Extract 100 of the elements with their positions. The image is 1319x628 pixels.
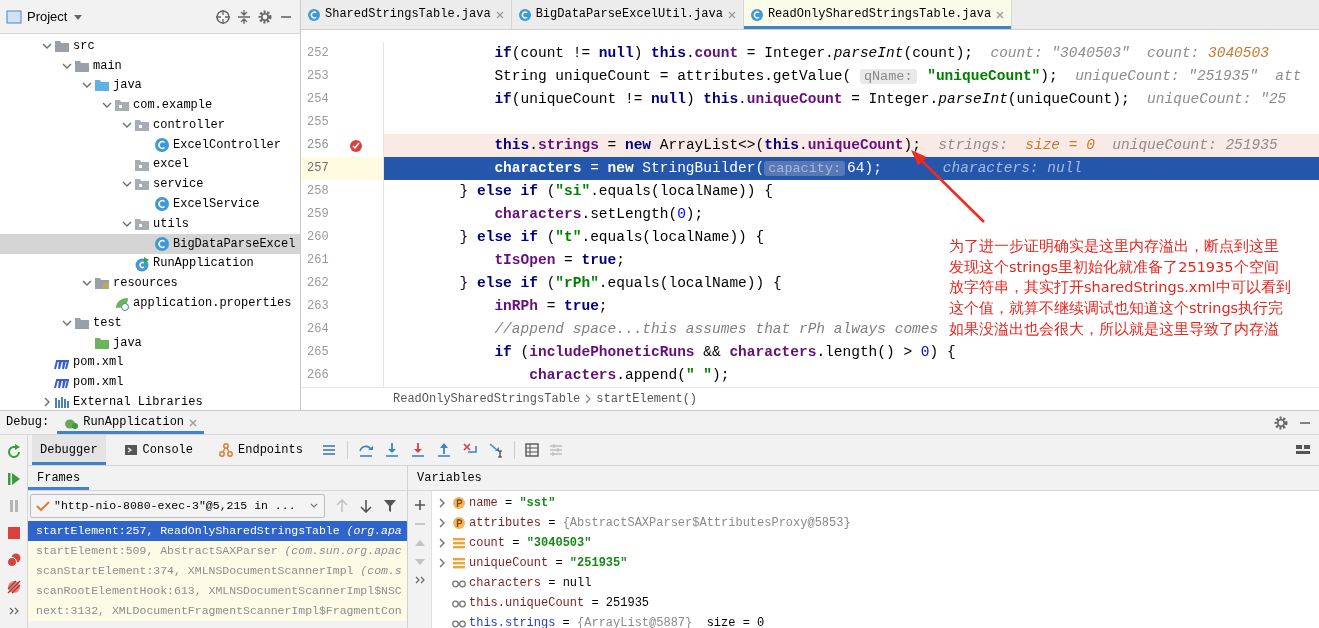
code-line: characters.setLength(0); <box>493 205 704 224</box>
code-line: if(count != null) this.count = Integer.parseInt(count); count: "3040503" count: 3040503 <box>493 44 1269 63</box>
class-icon <box>517 7 532 22</box>
code-line: } else if ("si".equals(localName)) { <box>458 182 773 201</box>
menu-icon[interactable] <box>320 442 337 458</box>
code-line: String uniqueCount = attributes.getValue( qName: "uniqueCount"); uniqueCount: "251935" att <box>493 67 1302 86</box>
annotation-text: 为了进一步证明确实是这里内存溢出，断点到这里 发现这个strings里初始化就准备了251935个空间 放字符串，其实打开sharedStrings.xml中可以看到 这个值，就算不继续调试也知道这个strings执行完 如果没溢出也会很大，所以就是这里导致了内存溢 <box>949 237 1291 339</box>
tree-item[interactable]: com.example <box>0 95 300 116</box>
line-number: 260 <box>306 230 330 245</box>
editor-tab[interactable]: BigDataParseExcelUtil.java <box>511 0 744 29</box>
line-number: 263 <box>306 299 330 314</box>
debugger-tab[interactable]: Debugger <box>32 435 106 465</box>
resume-icon[interactable] <box>5 471 22 487</box>
line-number: 258 <box>306 184 330 199</box>
tree-item[interactable]: resources <box>0 273 300 294</box>
line-number: 253 <box>306 69 330 84</box>
field-icon <box>452 496 466 510</box>
variable-row[interactable]: characters = null <box>432 573 1319 593</box>
crosshair-icon[interactable] <box>215 8 231 25</box>
thread-dropdown[interactable]: "http-nio-8080-exec-3"@5,215 in ... <box>30 494 325 518</box>
tree-item[interactable]: main <box>0 55 300 76</box>
breadcrumb-item[interactable]: ReadOnlySharedStringsTable <box>393 391 581 407</box>
package-icon <box>134 216 150 233</box>
line-number: 265 <box>306 345 330 360</box>
class-icon <box>154 136 170 153</box>
code-line: //append space...this assumes that rPh always comes <box>493 320 939 339</box>
class-icon <box>154 235 170 252</box>
debugger-tab[interactable]: Endpoints <box>211 435 311 465</box>
force-step-into-icon[interactable] <box>409 442 426 458</box>
tree-item[interactable]: utils <box>0 214 300 234</box>
pane-title: Variables <box>416 469 483 487</box>
tree-item[interactable]: RunApplication <box>0 253 300 274</box>
panel-icon <box>6 9 22 24</box>
variable-row[interactable]: uniqueCount = "251935" <box>432 553 1319 573</box>
chevron-right-icon <box>584 394 593 404</box>
variable-row[interactable]: this.uniqueCount = 251935 <box>432 593 1319 613</box>
close-icon[interactable] <box>188 417 199 428</box>
step-into-icon[interactable] <box>383 442 400 458</box>
editor-tab[interactable]: SharedStringsTable.java <box>301 0 512 29</box>
filter-icon[interactable] <box>383 499 397 513</box>
tree-item[interactable]: pom.xml <box>0 372 300 393</box>
stop-icon[interactable] <box>5 525 22 541</box>
tree-item[interactable]: ExcelController <box>0 135 300 155</box>
folder-icon <box>74 315 90 332</box>
code-line: inRPh = true; <box>493 297 608 316</box>
variable-row[interactable]: this.strings = {ArrayList@5887} size = 0 <box>432 613 1319 628</box>
step-out-icon[interactable] <box>435 442 452 458</box>
package-icon <box>134 176 150 193</box>
code-line: if (includePhoneticRuns && characters.length() > 0) { <box>493 343 956 362</box>
tree-item[interactable]: External Libraries <box>0 392 300 410</box>
tree-item[interactable]: pom.xml <box>0 352 300 373</box>
breakpoints-icon[interactable] <box>5 552 22 568</box>
line-number: 261 <box>306 253 330 268</box>
tree-item[interactable]: application.properties <box>0 293 300 314</box>
code-line: } else if ("rPh".equals(localName)) { <box>458 274 782 293</box>
session-tab[interactable]: RunApplication <box>57 411 205 434</box>
more-icon[interactable] <box>7 606 20 616</box>
console-icon <box>123 443 138 457</box>
more-icon[interactable] <box>413 575 426 585</box>
tree-item[interactable]: java <box>0 75 300 96</box>
line-number: 252 <box>306 46 330 61</box>
pane-title: Frames <box>28 466 90 490</box>
tree-item[interactable]: ExcelService <box>0 194 300 215</box>
panel-title[interactable]: Project <box>27 8 68 25</box>
panel-title: Debug: <box>6 415 50 430</box>
table-icon[interactable] <box>524 443 539 457</box>
editor-tab[interactable]: ReadOnlySharedStringsTable.java <box>743 0 1013 29</box>
variable-row[interactable]: attributes = {AbstractSAXParser$AttributesProxy@5853} <box>432 513 1319 533</box>
tree-item[interactable]: service <box>0 174 300 195</box>
line-number: 264 <box>306 322 330 337</box>
code-line: if(uniqueCount != null) this.uniqueCount = Integer.parseInt(uniqueCount); uniqueCount: "25 <box>493 90 1287 109</box>
resources-folder-icon <box>94 275 110 292</box>
stack-frame[interactable]: startElement:257, ReadOnlySharedStringsTable (org.apa <box>28 521 407 541</box>
package-icon <box>134 117 150 134</box>
check-icon <box>36 500 50 512</box>
tree-item[interactable]: test <box>0 313 300 333</box>
tree-item[interactable]: src <box>0 36 300 56</box>
current-code-line: characters = new StringBuilder( capacity: 64); characters: null <box>493 159 1083 178</box>
settings-icon[interactable] <box>1273 414 1289 431</box>
tree-item[interactable]: controller <box>0 115 300 135</box>
line-number: 255 <box>306 115 330 130</box>
collapse-icon[interactable] <box>236 8 252 25</box>
line-number: 259 <box>306 207 330 222</box>
tree-item[interactable]: excel <box>0 154 300 175</box>
close-icon[interactable] <box>995 9 1006 20</box>
tree-item[interactable]: BigDataParseExcel <box>0 233 300 254</box>
breakpoint-icon[interactable] <box>349 138 363 153</box>
debugger-tab[interactable]: Console <box>115 435 202 465</box>
tree-item[interactable]: java <box>0 332 300 353</box>
endpoints-icon <box>219 443 234 457</box>
down-arrow-icon[interactable] <box>359 499 373 513</box>
variable-row[interactable]: name = "sst" <box>432 493 1319 513</box>
breadcrumb-item[interactable]: startElement() <box>596 391 698 407</box>
line-number: 256 <box>306 138 330 153</box>
rerun-icon[interactable] <box>5 444 22 460</box>
variable-row[interactable]: count = "3040503" <box>432 533 1319 553</box>
mute-breakpoints-icon[interactable] <box>5 579 22 595</box>
add-icon[interactable] <box>413 499 426 511</box>
settings-icon[interactable] <box>257 8 273 25</box>
run-to-cursor-icon[interactable] <box>487 442 504 458</box>
